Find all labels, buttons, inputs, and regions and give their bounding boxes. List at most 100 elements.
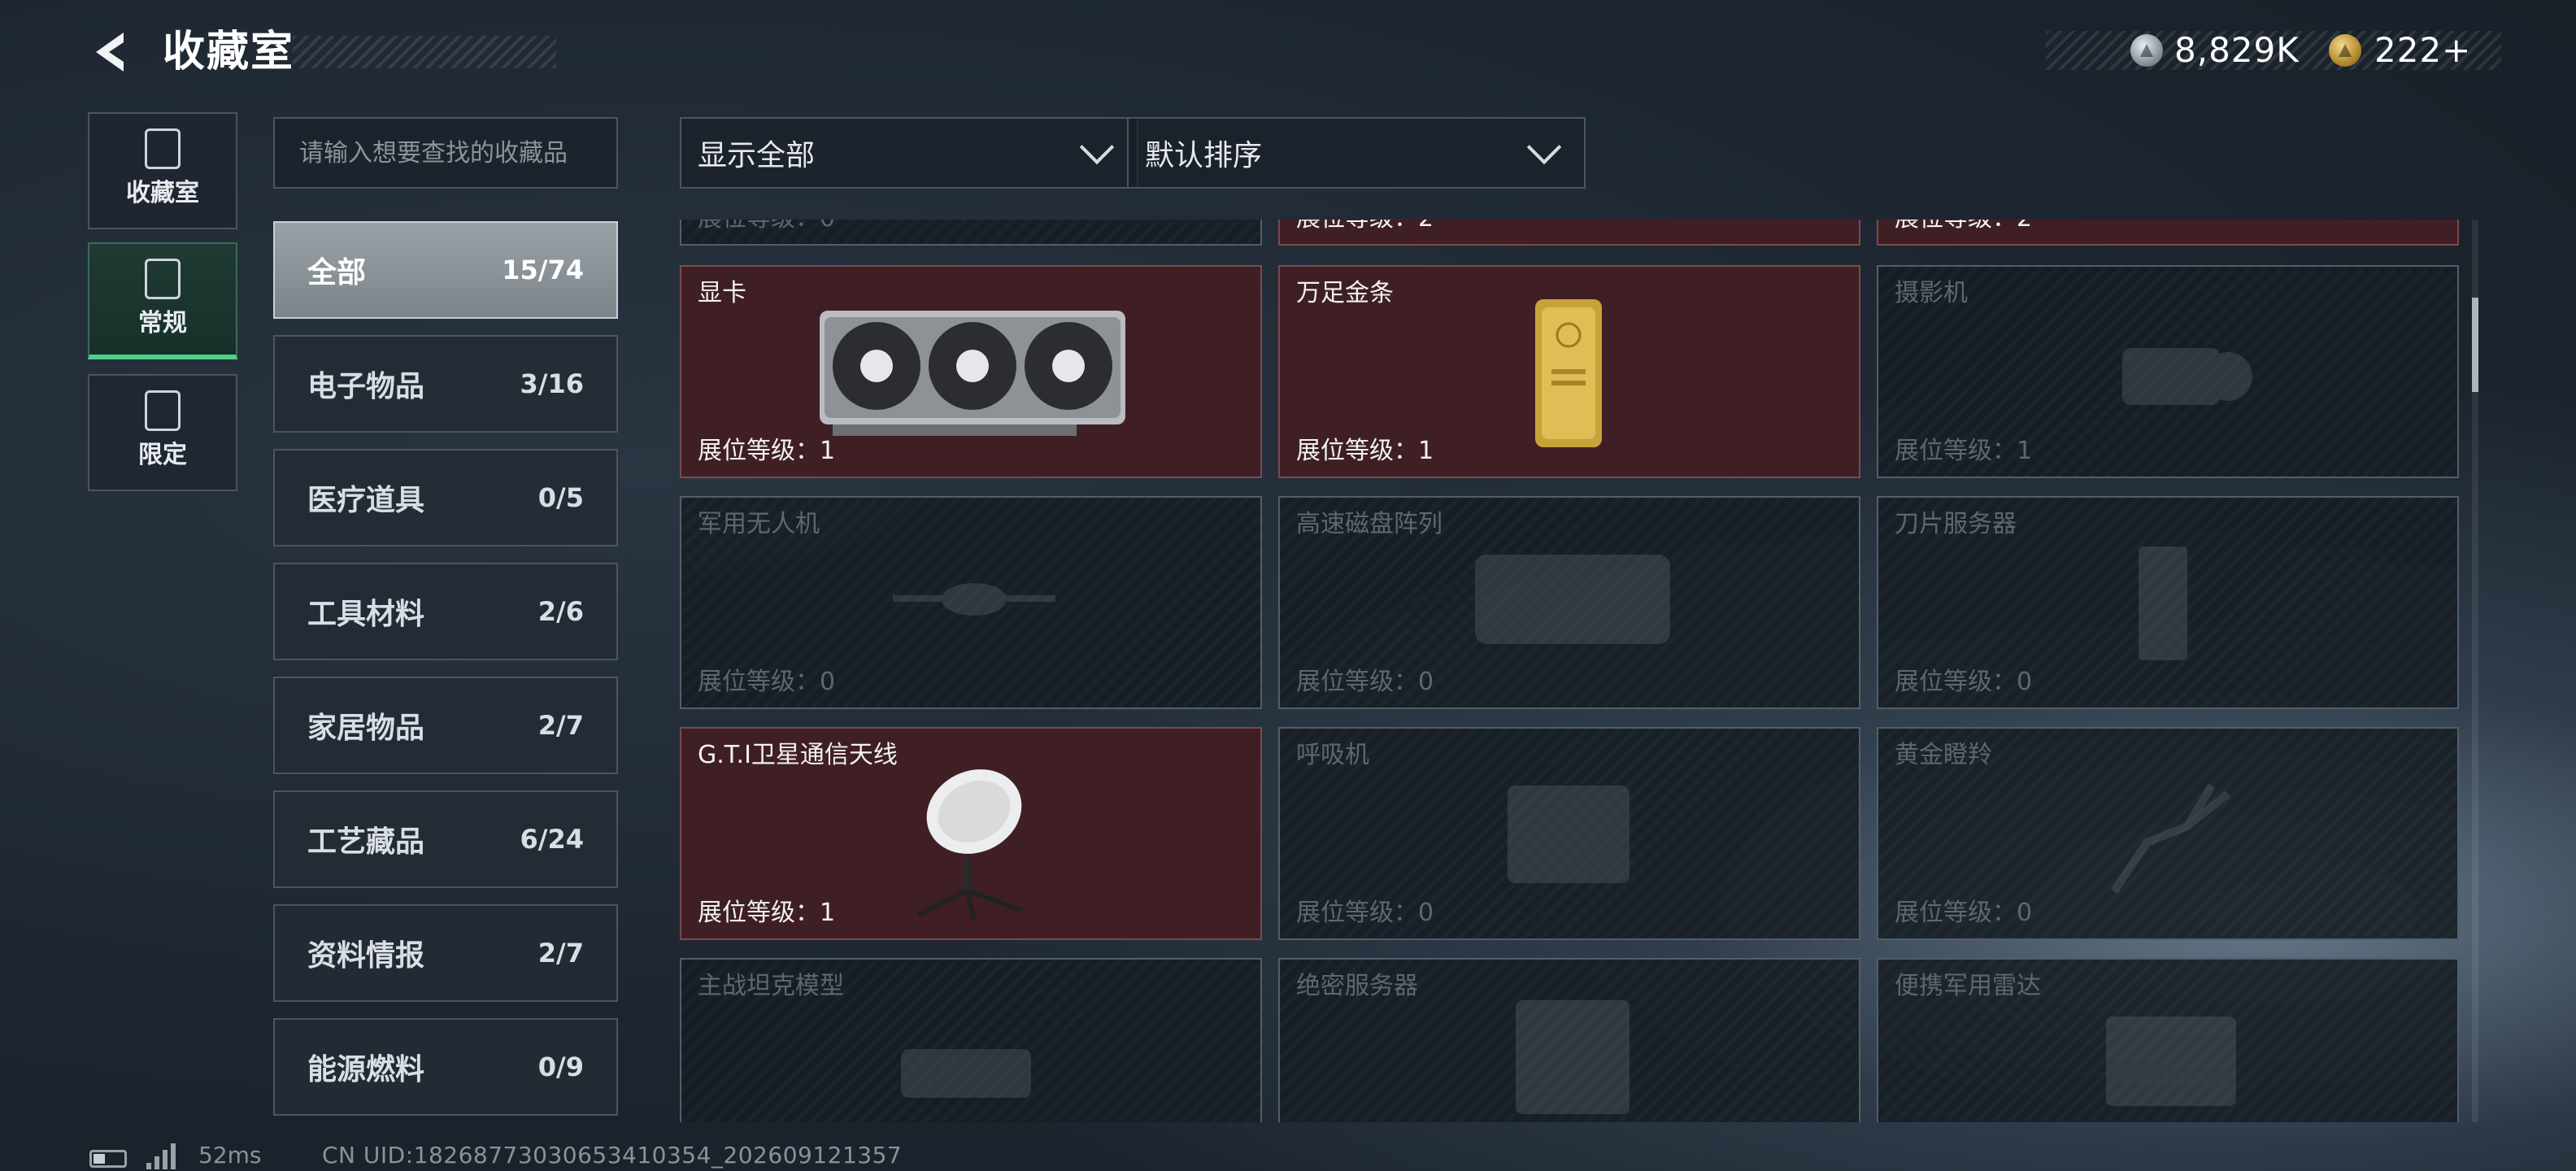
gold-coin-amount[interactable]: 222+ [2374, 28, 2471, 73]
category-all[interactable]: 全部 15/74 [273, 221, 618, 319]
category-household[interactable]: 家居物品 2/7 [273, 677, 618, 774]
category-crafts[interactable]: 工艺藏品 6/24 [273, 790, 618, 888]
scrollbar-thumb[interactable] [2472, 298, 2478, 392]
silver-coin-amount: 8,829K [2174, 30, 2300, 70]
item-card-secret-server[interactable]: 绝密服务器 [1278, 958, 1860, 1122]
category-count: 6/24 [520, 824, 584, 855]
item-card-portable-radar[interactable]: 便携军用雷达 [1877, 958, 2459, 1122]
item-level: 展位等级：0 [698, 220, 835, 237]
category-count: 0/9 [537, 1051, 584, 1082]
item-name: 刀片服务器 [1895, 510, 2017, 538]
category-name: 能源燃料 [307, 1053, 425, 1086]
item-level: 展位等级：0 [1895, 668, 2033, 696]
category-count: 2/7 [537, 938, 584, 969]
item-name: 高速磁盘阵列 [1296, 510, 1442, 538]
item-card-camera[interactable]: 摄影机 展位等级：1 [1877, 265, 2459, 478]
limited-icon [145, 390, 181, 431]
item-level: 展位等级：0 [1296, 668, 1434, 696]
ventilator-icon [1508, 786, 1630, 883]
item-level: 展位等级：0 [698, 668, 836, 696]
golden-gazelle-icon [2110, 783, 2231, 894]
nav-tab-label: 常规 [138, 309, 187, 337]
portable-radar-icon [2106, 1016, 2236, 1106]
user-uid: CN UID:1826877303065341035​4_20260912135… [322, 1142, 903, 1169]
item-level: 展位等级：0 [1296, 899, 1434, 927]
item-level: 展位等级：2 [1296, 220, 1434, 237]
collection-icon [145, 128, 181, 169]
item-name: 显卡 [698, 279, 746, 307]
item-name: 呼吸机 [1296, 741, 1369, 769]
item-name: 绝密服务器 [1296, 972, 1418, 1000]
ping-value: 52ms [198, 1142, 262, 1169]
item-card-drone[interactable]: 军用无人机 展位等级：0 [680, 496, 1262, 709]
satellite-antenna-icon [916, 769, 1025, 921]
item-level: 展位等级：0 [1895, 899, 2033, 927]
silver-coin-icon [2130, 34, 2163, 67]
nav-tab-collection[interactable]: 收藏室 [88, 112, 237, 229]
item-name: 主战坦克模型 [698, 972, 844, 1000]
item-card-golden-gazelle[interactable]: 黄金瞪羚 展位等级：0 [1877, 727, 2459, 940]
item-card-tank-model[interactable]: 主战坦克模型 [680, 958, 1262, 1122]
battery-icon [89, 1150, 127, 1168]
item-card[interactable]: 展位等级：2 [1278, 220, 1860, 246]
category-name: 电子物品 [307, 370, 425, 403]
collection-grid[interactable]: 展位等级：0 展位等级：2 展位等级：2 显卡 展位等级：1 万足金条 展位等级… [675, 220, 2461, 1122]
item-card-graphics-card[interactable]: 显卡 展位等级：1 [680, 265, 1262, 478]
item-level: 展位等级：1 [1895, 437, 2033, 465]
title-decoration [293, 36, 556, 68]
category-electronics[interactable]: 电子物品 3/16 [273, 335, 618, 433]
category-name: 全部 [307, 256, 367, 289]
blade-server-icon [2139, 546, 2187, 660]
camera-icon [2122, 348, 2252, 405]
category-name: 工艺藏品 [307, 825, 425, 859]
category-tools[interactable]: 工具材料 2/6 [273, 563, 618, 660]
item-card[interactable]: 展位等级：0 [680, 220, 1262, 246]
gold-bar-icon [1535, 299, 1602, 447]
item-name: 摄影机 [1895, 279, 1968, 307]
search-input[interactable] [273, 117, 618, 189]
category-count: 3/16 [520, 368, 584, 399]
item-card-disk-array[interactable]: 高速磁盘阵列 展位等级：0 [1278, 496, 1860, 709]
picture-frame-icon [145, 259, 181, 299]
item-card-ventilator[interactable]: 呼吸机 展位等级：0 [1278, 727, 1860, 940]
category-count: 0/5 [537, 482, 584, 513]
nav-tab-regular[interactable]: 常规 [88, 242, 237, 359]
page-title: 收藏室 [163, 28, 295, 76]
secret-server-icon [1516, 1000, 1630, 1114]
item-card-gold-bar[interactable]: 万足金条 展位等级：1 [1278, 265, 1860, 478]
gold-coin-icon [2329, 34, 2361, 67]
nav-tab-label: 限定 [138, 441, 187, 469]
disk-array-icon [1475, 555, 1670, 644]
back-arrow-icon[interactable] [88, 28, 137, 76]
item-name: 黄金瞪羚 [1895, 741, 1992, 769]
item-card-satellite-antenna[interactable]: G.T.I卫星通信天线 展位等级：1 [680, 727, 1262, 940]
nav-tab-limited[interactable]: 限定 [88, 374, 237, 491]
sort-dropdown[interactable]: 默认排序 [1127, 117, 1586, 189]
item-name: 万足金条 [1296, 279, 1394, 307]
category-medical[interactable]: 医疗道具 0/5 [273, 449, 618, 546]
item-name: G.T.I卫星通信天线 [698, 741, 898, 769]
category-name: 医疗道具 [307, 484, 425, 517]
item-level: 展位等级：2 [1895, 220, 2032, 237]
item-level: 展位等级：1 [1296, 437, 1434, 465]
item-name: 军用无人机 [698, 510, 820, 538]
category-count: 2/6 [537, 596, 584, 627]
item-card-blade-server[interactable]: 刀片服务器 展位等级：0 [1877, 496, 2459, 709]
nav-tab-label: 收藏室 [126, 179, 199, 207]
category-name: 工具材料 [307, 598, 425, 631]
display-filter-dropdown[interactable]: 显示全部 [680, 117, 1138, 189]
category-name: 资料情报 [307, 939, 425, 973]
category-energy[interactable]: 能源燃料 0/9 [273, 1018, 618, 1116]
item-level: 展位等级：1 [698, 899, 836, 927]
item-name: 便携军用雷达 [1895, 972, 2041, 1000]
drone-icon [893, 583, 1055, 616]
item-card[interactable]: 展位等级：2 [1877, 220, 2459, 246]
category-intel[interactable]: 资料情报 2/7 [273, 904, 618, 1002]
category-count: 2/7 [537, 710, 584, 741]
dropdown-value: 默认排序 [1145, 139, 1263, 172]
signal-icon [146, 1143, 182, 1169]
category-count: 15/74 [502, 255, 584, 285]
item-level: 展位等级：1 [698, 437, 836, 465]
chevron-down-icon [1079, 129, 1115, 165]
category-name: 家居物品 [307, 712, 425, 745]
